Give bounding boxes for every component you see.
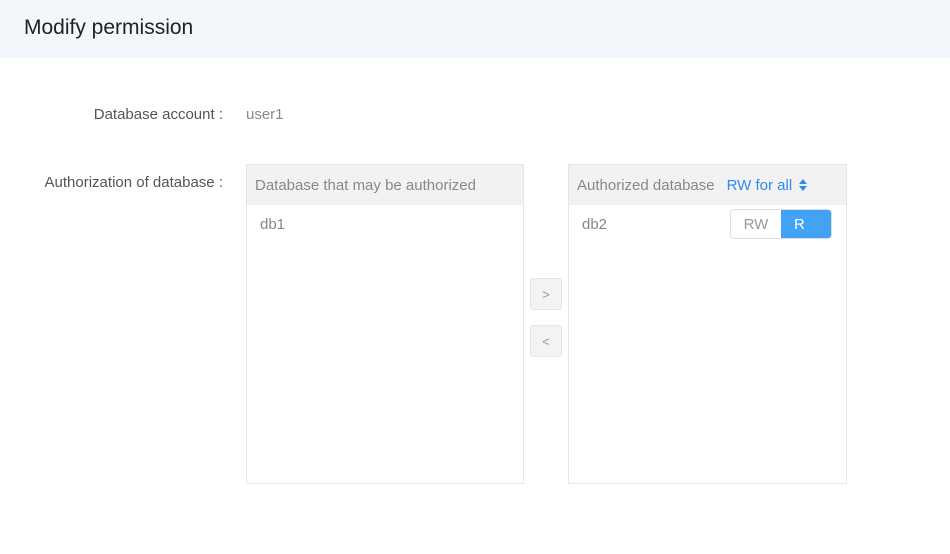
database-account-value: user1	[246, 106, 284, 123]
available-databases-panel: Database that may be authorized db1	[246, 164, 524, 484]
sort-arrows-icon	[799, 179, 808, 191]
available-database-name: db1	[260, 215, 286, 233]
database-account-label: Database account :	[93, 106, 223, 123]
permission-r-button[interactable]: R	[781, 210, 831, 238]
move-to-available-button[interactable]: <	[530, 325, 562, 357]
page-header: Modify permission	[0, 0, 950, 58]
move-to-authorized-button[interactable]: >	[530, 278, 562, 310]
available-database-item[interactable]: db1	[247, 205, 523, 243]
rw-for-all-dropdown[interactable]: RW for all	[727, 177, 809, 194]
authorized-databases-title: Authorized database	[577, 176, 715, 194]
available-databases-header: Database that may be authorized	[247, 165, 523, 205]
authorized-database-name: db2	[582, 215, 608, 233]
authorized-databases-header: Authorized database RW for all	[569, 165, 846, 205]
authorized-databases-panel: Authorized database RW for all db2 RW R	[568, 164, 847, 484]
authorized-database-item[interactable]: db2 RW R	[569, 205, 846, 243]
authorization-label: Authorization of database :	[44, 174, 223, 191]
permission-toggle: RW R	[730, 209, 832, 239]
rw-for-all-label: RW for all	[726, 176, 793, 194]
permission-rw-button[interactable]: RW	[731, 210, 781, 238]
available-databases-title: Database that may be authorized	[255, 176, 476, 194]
page-title: Modify permission	[24, 16, 194, 39]
